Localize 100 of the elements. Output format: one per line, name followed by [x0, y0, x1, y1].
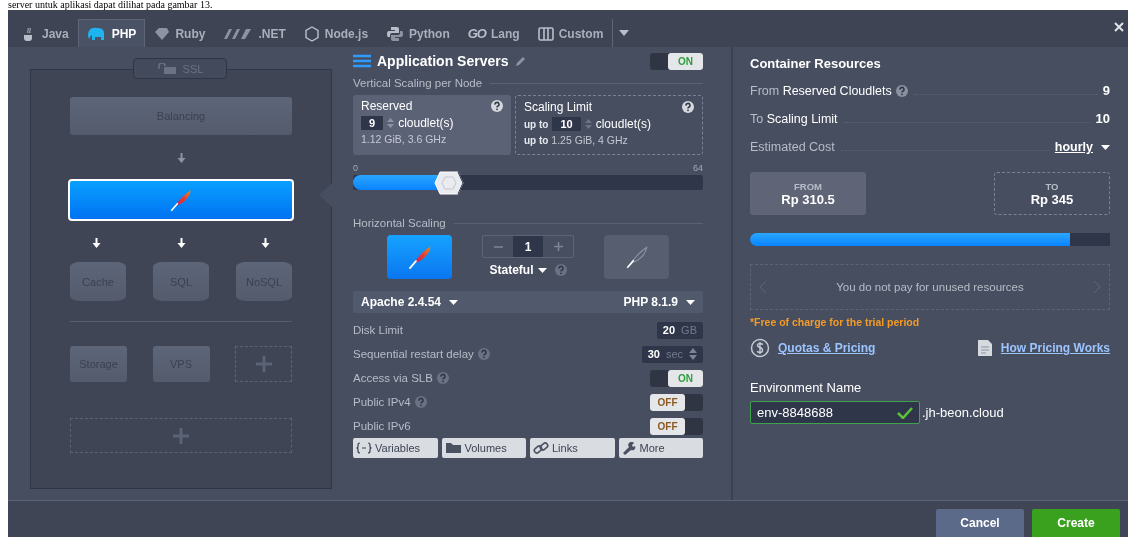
- spinner-icon: [584, 119, 592, 129]
- unit-label: cloudlet(s): [595, 117, 652, 131]
- resource-label: From Reserved Cloudlets: [750, 84, 892, 98]
- unlocked-padlock-icon: [156, 63, 177, 74]
- mode-dropdown[interactable]: Stateful: [489, 263, 534, 277]
- section-heading: Vertical Scaling per Node: [353, 77, 483, 89]
- field-label: Environment Name: [750, 380, 863, 395]
- down-arrow-icon: [261, 238, 270, 248]
- runtime-tab[interactable]: GO Lang: [458, 19, 529, 47]
- columns-icon: [537, 25, 554, 42]
- braces-icon: [356, 442, 372, 454]
- resource-spec: 1.25 GiB, 4 GHz: [551, 134, 628, 146]
- runtime-tab[interactable]: Custom: [528, 19, 613, 47]
- folder-icon: [444, 442, 462, 454]
- pricing-link[interactable]: Quotas & Pricing: [778, 341, 876, 355]
- slider-max-label: 64: [693, 163, 703, 173]
- down-arrow-icon: [176, 238, 186, 248]
- slashes-icon: [223, 27, 254, 40]
- resource-spec: 1.12 GiB, 3.6 GHz: [361, 133, 448, 145]
- hexagon-icon: [303, 25, 320, 42]
- prefix-label: up to: [524, 118, 549, 130]
- minus-icon: [493, 245, 503, 248]
- variables-button[interactable]: Variables: [353, 438, 438, 458]
- server-option-button[interactable]: [604, 235, 669, 279]
- price-value: Rp 310.5: [781, 191, 835, 207]
- toggle-switch[interactable]: ON: [650, 369, 703, 387]
- resource-label: To Scaling Limit: [750, 112, 838, 126]
- card-title: Reserved: [361, 99, 413, 113]
- disk-limit-field[interactable]: 20 GB: [656, 321, 703, 339]
- runtime-tab[interactable]: Java: [12, 19, 78, 47]
- runtime-tab[interactable]: Node.js: [294, 19, 378, 47]
- caret-icon: [537, 267, 547, 273]
- runtime-tab[interactable]: Ruby: [145, 19, 215, 47]
- pricing-link[interactable]: How Pricing Works: [1000, 341, 1110, 355]
- unit-label: cloudlet(s): [398, 116, 454, 130]
- document-caption: server untuk aplikasi dapat dilihat pada gambar 13.: [8, 0, 213, 10]
- carousel-text: You do not pay for unused resources: [836, 281, 1024, 293]
- links-button[interactable]: Links: [530, 438, 615, 458]
- setting-label: Disk Limit: [353, 324, 403, 336]
- add-node-button[interactable]: [235, 346, 292, 382]
- domain-suffix: .jh-beon.cloud: [922, 405, 1004, 420]
- trial-note: *Free of charge for the trial period: [750, 316, 921, 328]
- pencil-icon[interactable]: [514, 55, 526, 67]
- setting-label: Public IPv4: [353, 396, 411, 408]
- toggle-switch[interactable]: OFF: [650, 393, 703, 411]
- menu-icon[interactable]: [353, 54, 371, 68]
- resource-value: 10: [1095, 111, 1110, 126]
- runtime-tab[interactable]: Python: [377, 19, 459, 47]
- snake-icon: [386, 25, 405, 42]
- help-icon[interactable]: [491, 100, 503, 112]
- runtime-tab[interactable]: .NET: [214, 19, 295, 47]
- server-version-dropdown[interactable]: Apache 2.4.54: [361, 295, 442, 309]
- volumes-button[interactable]: Volumes: [441, 438, 526, 458]
- document-icon: [976, 339, 993, 357]
- setting-label: Access via SLB: [353, 372, 433, 384]
- cancel-button[interactable]: Cancel: [936, 509, 1024, 537]
- reserved-cloudlets-field[interactable]: 9: [361, 116, 384, 130]
- caret-icon: [619, 30, 630, 36]
- help-icon[interactable]: [895, 85, 908, 97]
- card-title: Scaling Limit: [524, 100, 593, 114]
- price-label: FROM: [794, 180, 822, 192]
- setting-label: Public IPv6: [353, 420, 411, 432]
- slider-min-label: 0: [353, 163, 358, 173]
- apache-server-button[interactable]: [387, 235, 452, 279]
- close-icon[interactable]: [1114, 22, 1124, 32]
- caret-icon: [449, 299, 459, 305]
- gem-icon: [154, 26, 171, 41]
- caret-icon: [1101, 144, 1110, 150]
- add-layer-button[interactable]: [70, 418, 292, 453]
- elephant-icon: [86, 26, 107, 41]
- restart-delay-field[interactable]: 30 sec: [641, 345, 703, 363]
- more-button[interactable]: More: [618, 438, 703, 458]
- section-title: Container Resources: [750, 54, 882, 73]
- language-logo: GO: [467, 26, 486, 41]
- engine-version-dropdown[interactable]: PHP 8.1.9: [623, 295, 678, 309]
- section-heading: Horizontal Scaling: [353, 217, 446, 229]
- plus-icon: [172, 426, 190, 445]
- plus-icon: [553, 242, 563, 251]
- wrench-icon: [621, 441, 637, 455]
- period-dropdown[interactable]: hourly: [1054, 140, 1093, 154]
- down-arrow-icon: [92, 238, 101, 248]
- spinner-icon: [387, 118, 395, 128]
- toggle-switch[interactable]: OFF: [650, 417, 703, 435]
- toggle-switch[interactable]: ON: [650, 52, 703, 70]
- caret-icon: [686, 299, 695, 305]
- feather-icon: [168, 187, 194, 213]
- app-server-node[interactable]: [68, 179, 294, 221]
- environment-name-field[interactable]: env-8848688: [750, 401, 920, 424]
- dollar-icon: [750, 338, 770, 358]
- help-icon[interactable]: [682, 101, 694, 113]
- down-arrow-icon: [176, 153, 186, 163]
- limit-cloudlets-field[interactable]: 10: [552, 117, 581, 131]
- resource-label: Estimated Cost: [750, 140, 835, 154]
- price-label: TO: [1045, 180, 1059, 192]
- setting-label: Sequential restart delay: [353, 348, 474, 360]
- resource-value: 9: [1102, 83, 1110, 98]
- prefix-label: up to: [524, 135, 549, 146]
- runtime-tab[interactable]: PHP: [77, 19, 146, 47]
- node-title: Application Servers: [377, 53, 509, 69]
- create-button[interactable]: Create: [1032, 509, 1120, 537]
